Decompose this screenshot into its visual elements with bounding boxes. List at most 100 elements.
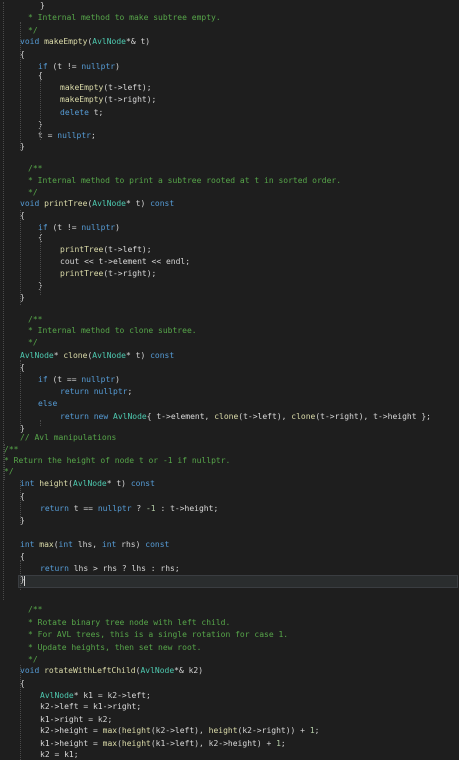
code-token: left <box>59 702 79 711</box>
code-line: if (t != nullptr) <box>38 222 120 233</box>
code-token: int <box>58 540 73 549</box>
indent-guide <box>20 560 21 590</box>
code-line: int height(AvlNode* t) const <box>20 478 155 489</box>
code-line: printTree(t->left); <box>60 244 152 255</box>
code-token: left <box>122 245 142 254</box>
code-line: */ <box>28 187 38 198</box>
code-token: }; <box>416 412 431 421</box>
code-token: *& k2) <box>174 666 204 675</box>
code-editor[interactable]: * Internal method to make subtree empty.… <box>0 0 459 760</box>
code-token: * Return the height of node t or -1 if n… <box>4 456 231 465</box>
code-token: AvlNode <box>92 199 126 208</box>
code-token: return <box>60 387 89 396</box>
code-token: t == <box>68 504 98 513</box>
code-token: rhs) <box>116 540 146 549</box>
code-token: left <box>174 739 195 748</box>
code-token: AvlNode <box>92 37 126 46</box>
code-token: int <box>20 479 40 488</box>
code-line: void printTree(AvlNode* t) const <box>20 198 174 209</box>
code-token: (t-> <box>238 412 258 421</box>
code-token: AvlNode <box>40 691 74 700</box>
code-line: * Update heights, then set new root. <box>28 642 201 653</box>
code-token: height <box>59 739 89 748</box>
code-token: right <box>59 715 84 724</box>
code-token: = k2-> <box>93 691 127 700</box>
code-token: left <box>257 412 277 421</box>
code-token: AvlNode <box>113 412 147 421</box>
code-token: = <box>88 726 103 735</box>
code-token: int <box>20 540 40 549</box>
code-token: ; <box>90 131 96 140</box>
code-token: element <box>112 257 147 266</box>
indent-guide <box>40 230 41 295</box>
code-line: * Internal method to print a subtree roo… <box>28 175 341 186</box>
code-token: k2-> <box>40 726 60 735</box>
code-token: const <box>150 351 175 360</box>
code-token: ? <box>131 504 146 513</box>
code-token: * Internal method to make subtree empty. <box>28 13 221 22</box>
code-token: height <box>121 726 151 735</box>
code-line: * Rotate binary tree node with left chil… <box>28 617 230 628</box>
code-token: height <box>227 739 257 748</box>
code-token: int <box>101 540 117 549</box>
code-token: void <box>20 666 45 675</box>
code-line: // Avl manipulations <box>20 432 116 443</box>
indent-guide <box>20 360 21 430</box>
code-token: (t != <box>47 223 82 232</box>
code-line: AvlNode* k1 = k2->left; <box>40 690 151 701</box>
code-token: */ <box>28 655 38 664</box>
code-token: else <box>38 399 58 408</box>
code-token: */ <box>28 26 38 35</box>
code-token: height <box>184 504 214 513</box>
code-token: k1 <box>155 739 166 748</box>
code-token: ), k2-> <box>194 739 228 748</box>
indent-guide <box>40 420 41 426</box>
code-token: right <box>261 726 286 735</box>
code-token: /** <box>28 164 43 173</box>
code-token: ; <box>314 726 320 735</box>
code-token: : t-> <box>155 504 185 513</box>
code-token: k1 <box>92 702 103 711</box>
code-token: -1 <box>145 504 156 513</box>
code-line: delete t; <box>60 107 103 118</box>
code-token: height <box>208 726 238 735</box>
code-line: t = nullptr; <box>38 130 96 141</box>
code-token: << endl; <box>146 257 191 266</box>
code-token: k2 = <box>40 750 65 759</box>
code-token: right <box>122 95 147 104</box>
code-token: ); <box>146 95 157 104</box>
code-token: -> <box>49 715 60 724</box>
code-token: k1 <box>64 750 74 759</box>
code-line: k2->left = k1->right; <box>40 701 141 712</box>
indent-guide <box>20 480 21 525</box>
code-token: AvlNode <box>140 666 175 675</box>
code-token: printTree <box>44 199 88 208</box>
code-line: * Internal method to clone subtree. <box>28 325 197 336</box>
code-token: k1 <box>40 715 50 724</box>
code-token: clone <box>291 412 316 421</box>
code-token: */ <box>4 467 14 476</box>
code-token: /** <box>28 315 43 324</box>
code-token: (k2-> <box>237 726 262 735</box>
code-token: AvlNode <box>20 351 54 360</box>
code-line: /** <box>28 314 42 325</box>
code-line: cout << t->element << endl; <box>60 256 190 267</box>
code-token: )) + <box>285 726 310 735</box>
code-token: ); <box>141 245 152 254</box>
code-token: nullptr <box>81 223 116 232</box>
code-line: int max(int lhs, int rhs) const <box>20 539 169 550</box>
code-token: right <box>112 702 137 711</box>
code-token: void <box>20 199 45 208</box>
code-token: lhs > rhs ? lhs : rhs; <box>68 564 180 573</box>
code-token: * t) <box>106 479 131 488</box>
code-token: nullptr <box>93 387 128 396</box>
indent-guide <box>4 444 5 480</box>
code-token: max <box>39 540 54 549</box>
code-token: ; <box>280 739 286 748</box>
code-token: * For AVL trees, this is a single rotati… <box>28 630 289 639</box>
current-line-highlight <box>18 575 458 588</box>
code-line: */ <box>28 337 38 348</box>
code-token: { t-> <box>146 412 171 421</box>
code-token: new <box>93 412 109 421</box>
code-token: */ <box>28 188 38 197</box>
